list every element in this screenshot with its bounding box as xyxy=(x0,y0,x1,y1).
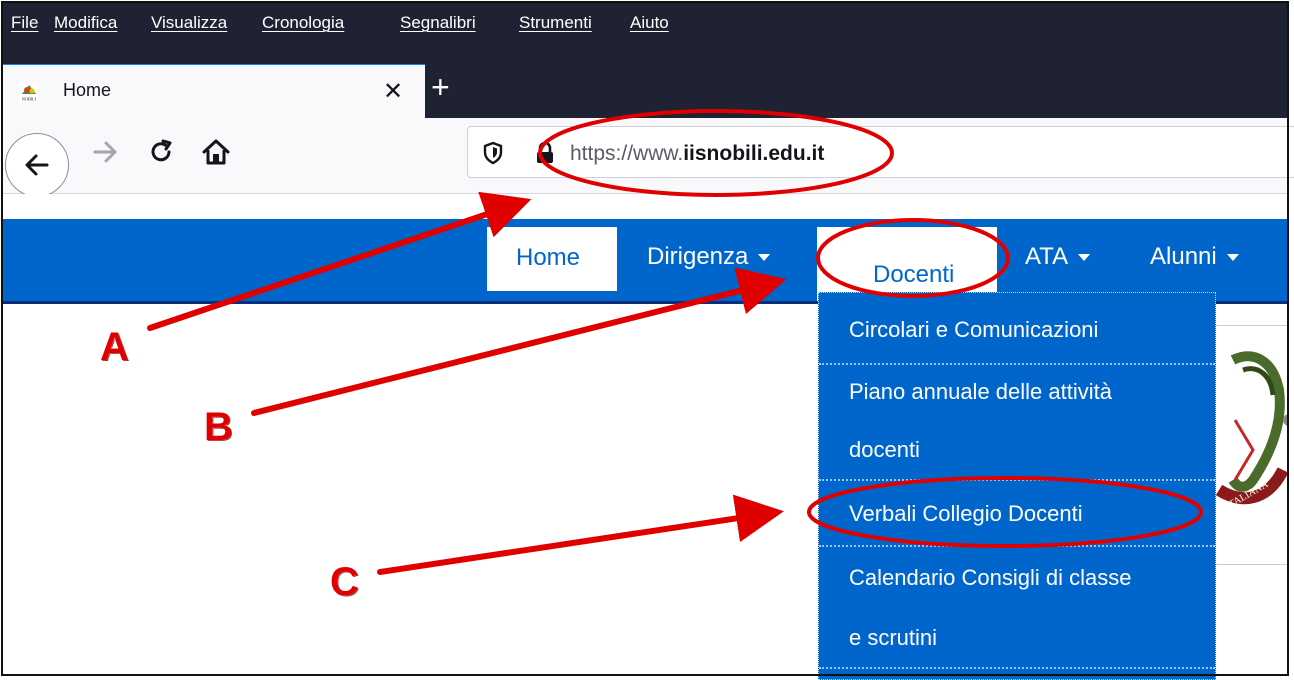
tab-strip: NOBILI Home ✕ + xyxy=(3,43,1289,118)
forward-arrow-icon[interactable] xyxy=(89,136,121,168)
annotation-label-b: B xyxy=(204,405,233,449)
lock-icon[interactable] xyxy=(534,141,556,165)
nav-alunni[interactable]: Alunni xyxy=(1150,243,1239,271)
chevron-down-icon xyxy=(758,254,771,262)
menu-file[interactable]: File xyxy=(11,13,38,33)
dropdown-separator xyxy=(819,545,1215,547)
back-button[interactable] xyxy=(5,133,69,197)
dropdown-item-circolari[interactable]: Circolari e Comunicazioni xyxy=(819,301,1215,359)
menu-visualizza[interactable]: Visualizza xyxy=(151,13,227,33)
tab-title: Home xyxy=(63,80,112,100)
nav-home-label: Home xyxy=(516,244,581,271)
menu-bar: File Modifica Visualizza Cronologia Segn… xyxy=(3,3,1289,43)
divider xyxy=(1213,325,1289,326)
chevron-down-icon xyxy=(1078,254,1091,262)
nav-ata[interactable]: ATA xyxy=(1025,243,1091,271)
dropdown-item-verbali[interactable]: Verbali Collegio Docenti xyxy=(819,485,1215,543)
menu-segnalibri[interactable]: Segnalibri xyxy=(400,13,476,33)
menu-strumenti[interactable]: Strumenti xyxy=(519,13,592,33)
page-top-gap xyxy=(3,194,1289,219)
site-favicon-icon: NOBILI xyxy=(19,82,39,102)
navigation-toolbar: https://www.iisnobili.edu.it xyxy=(3,118,1294,197)
dropdown-separator xyxy=(819,667,1215,669)
dropdown-item-piano-annuale[interactable]: Piano annuale delle attività xyxy=(819,363,1215,421)
tab-close-icon[interactable]: ✕ xyxy=(383,77,403,106)
nav-docenti[interactable]: Docenti xyxy=(817,227,997,301)
nav-home[interactable]: Home xyxy=(487,227,617,291)
menu-modifica[interactable]: Modifica xyxy=(54,13,117,33)
nav-dirigenza[interactable]: Dirigenza xyxy=(647,243,771,271)
menu-cronologia[interactable]: Cronologia xyxy=(262,13,344,33)
chevron-down-icon xyxy=(1226,254,1239,262)
tab-home[interactable]: NOBILI Home ✕ xyxy=(3,64,425,118)
new-tab-icon[interactable]: + xyxy=(431,71,450,103)
nav-docenti-label: Docenti xyxy=(873,261,955,288)
docenti-dropdown-menu: Circolari e Comunicazioni Piano annuale … xyxy=(818,292,1216,680)
svg-text:NOBILI: NOBILI xyxy=(22,97,37,102)
annotation-label-c: C xyxy=(330,560,359,604)
dropdown-item-calendario[interactable]: Calendario Consigli di classe xyxy=(819,549,1215,607)
menu-aiuto[interactable]: Aiuto xyxy=(630,13,669,33)
divider xyxy=(1213,564,1289,565)
tracking-protection-shield-icon[interactable] xyxy=(482,141,504,165)
browser-window: File Modifica Visualizza Cronologia Segn… xyxy=(0,0,1294,680)
home-icon[interactable] xyxy=(199,135,233,169)
dropdown-separator xyxy=(819,479,1215,481)
url-text[interactable]: https://www.iisnobili.edu.it xyxy=(570,142,824,166)
republic-emblem-icon: ITALIANA xyxy=(1215,351,1289,512)
back-arrow-icon xyxy=(25,154,49,176)
annotation-label-a: A xyxy=(100,325,129,369)
dropdown-item-piano-annuale-cont[interactable]: docenti xyxy=(819,421,1215,479)
reload-icon[interactable] xyxy=(147,137,177,167)
dropdown-item-calendario-cont[interactable]: e scrutini xyxy=(819,609,1215,667)
